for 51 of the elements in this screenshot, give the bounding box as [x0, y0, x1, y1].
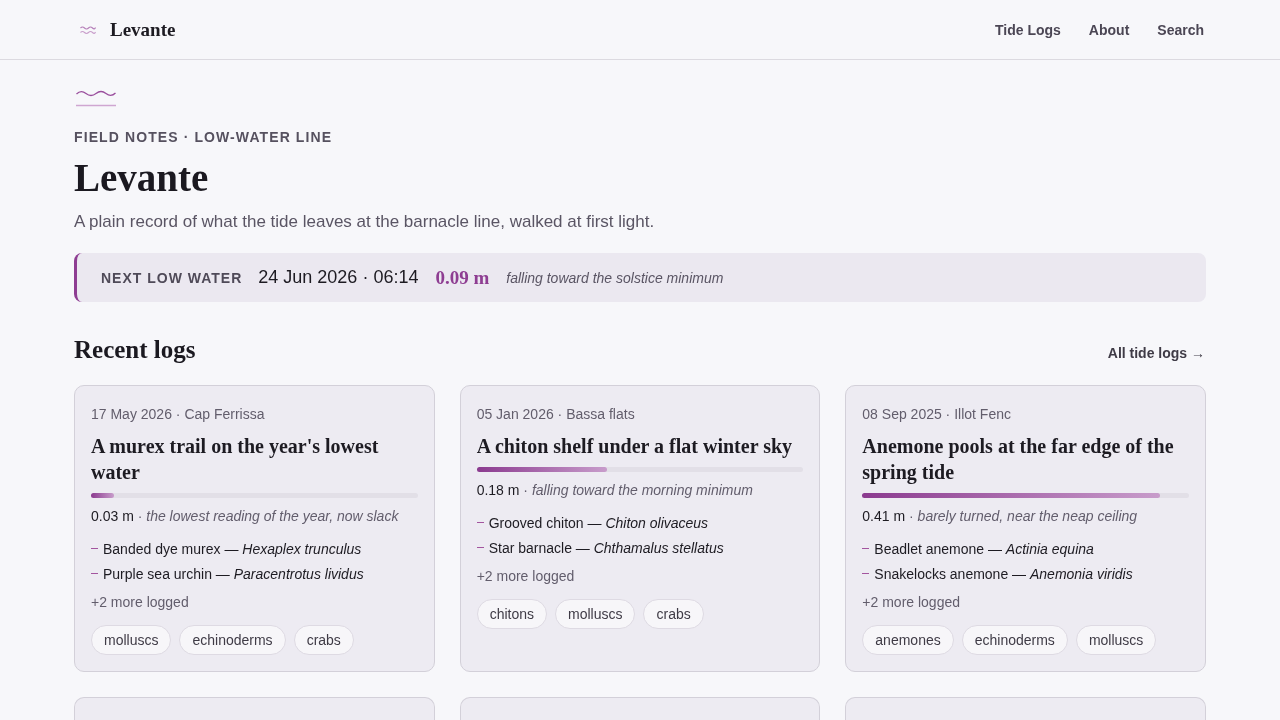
- dash-icon: [862, 547, 870, 550]
- banner-label: NEXT LOW WATER: [101, 269, 243, 286]
- dash-icon: [91, 572, 98, 575]
- tide-note: · barely turned, near the neap ceiling: [909, 508, 1138, 524]
- log-meta: 05 Jan 2026 · Bassa flats: [476, 405, 636, 424]
- tag-chip[interactable]: molluscs: [555, 599, 636, 629]
- wave-divider-icon: [76, 88, 116, 107]
- log-title: Anemone pools at the far edge of the spring tide: [862, 434, 1175, 485]
- species-name: Beadlet anemone — Actinia equina: [874, 540, 1094, 557]
- dash-icon: [91, 547, 98, 550]
- log-title: A murex trail on the year's lowest water: [91, 434, 380, 485]
- species-name: Grooved chiton — Chiton olivaceus: [488, 514, 709, 531]
- log-meta: 08 Sep 2025 · Illot Fenc: [862, 405, 1012, 424]
- more-count: +2 more logged: [476, 567, 576, 586]
- log-title: A chiton shelf under a flat winter sky: [476, 434, 794, 459]
- banner-note: falling toward the solstice minimum: [506, 269, 724, 286]
- dash-icon: [862, 572, 870, 575]
- section-heading: Recent logs: [74, 335, 196, 365]
- dash-icon: [476, 546, 484, 549]
- low-water-time: 24 Jun 2026 · 06:14: [258, 267, 419, 288]
- species-name: Banded dye murex — Hexaplex trunculus: [103, 540, 362, 557]
- nav-link[interactable]: About: [1088, 21, 1130, 38]
- tide-note: · the lowest reading of the year, now slack: [137, 508, 399, 524]
- intro-text: A plain record of what the tide leaves at the barnacle line, walked at first light.: [74, 211, 656, 233]
- nav-link[interactable]: Tide Logs: [995, 21, 1061, 38]
- tag-chip[interactable]: echinoderms: [179, 625, 286, 655]
- page-title: Levante: [74, 156, 210, 200]
- eyebrow-label: FIELD NOTES · LOW-WATER LINE: [74, 128, 334, 147]
- tag-chip[interactable]: chitons: [476, 599, 547, 629]
- tag-chip[interactable]: echinoderms: [961, 625, 1068, 655]
- tag-chip[interactable]: molluscs: [1075, 625, 1157, 655]
- wave-logo-icon: [80, 24, 96, 35]
- low-water-height: 0.09 m: [435, 266, 490, 289]
- species-name: Purple sea urchin — Paracentrotus lividus: [103, 565, 364, 582]
- tide-reading: 0.03 m: [91, 508, 134, 524]
- tag-chip[interactable]: molluscs: [91, 625, 172, 655]
- tide-reading: 0.18 m: [476, 482, 520, 498]
- tag-chip[interactable]: anemones: [862, 625, 954, 655]
- tide-reading: 0.41 m: [862, 508, 906, 524]
- species-name: Snakelocks anemone — Anemonia viridis: [874, 565, 1133, 582]
- log-meta: 17 May 2026 · Cap Ferrissa: [91, 405, 266, 424]
- brand-link[interactable]: Levante: [80, 18, 176, 41]
- tag-chip[interactable]: crabs: [293, 625, 354, 655]
- more-count: +2 more logged: [91, 593, 190, 612]
- tag-chip[interactable]: crabs: [643, 599, 704, 629]
- tide-note: · falling toward the morning minimum: [523, 482, 753, 498]
- dash-icon: [476, 521, 484, 524]
- more-count: +2 more logged: [862, 593, 961, 612]
- nav-link[interactable]: Search: [1157, 21, 1204, 38]
- all-logs-link[interactable]: All tide logs →: [1107, 345, 1205, 361]
- species-name: Star barnacle — Chthamalus stellatus: [488, 539, 724, 556]
